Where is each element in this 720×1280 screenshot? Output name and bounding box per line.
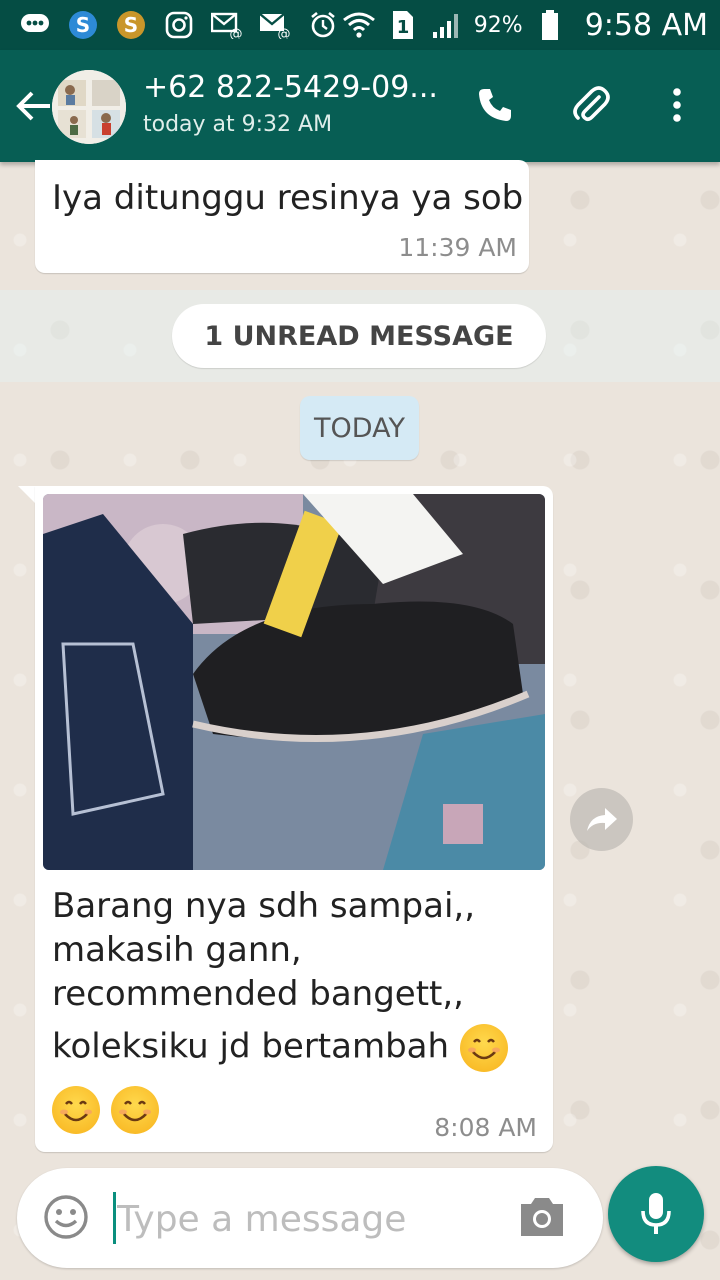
last-seen: today at 9:32 AM <box>143 112 333 137</box>
smiling-face-icon <box>459 1024 508 1072</box>
caption-last-line: koleksiku jd bertambah <box>52 1024 542 1072</box>
message-bubble-image[interactable]: Barang nya sdh sampai,, makasih gann, re… <box>35 486 553 1152</box>
caption-line: koleksiku jd bertambah <box>52 1026 450 1067</box>
contact-name[interactable]: +62 822-5429-09... <box>143 70 463 105</box>
caption-line: makasih gann, <box>52 930 302 970</box>
mic-button[interactable] <box>608 1166 704 1262</box>
skype-alt-icon: S <box>114 8 148 42</box>
instagram-icon <box>162 8 196 42</box>
paperclip-icon[interactable] <box>566 80 616 130</box>
svg-text:S: S <box>124 13 138 37</box>
battery-icon <box>533 8 567 42</box>
status-bar: S S @ @ 1 92% 9:58 AM <box>0 0 720 50</box>
mic-icon <box>641 1193 671 1234</box>
avatar[interactable] <box>52 70 126 144</box>
message-text: Iya ditunggu resinya ya sob <box>52 178 524 218</box>
chat-bubble-icon <box>18 8 52 42</box>
svg-text:@: @ <box>278 27 291 39</box>
caption-line: recommended bangett,, <box>52 974 464 1014</box>
sim-number: 1 <box>397 17 410 38</box>
bubble-tail <box>18 486 36 504</box>
emoji-icon[interactable] <box>41 1192 91 1242</box>
wifi-icon <box>342 8 376 42</box>
clock: 9:58 AM <box>584 7 708 43</box>
message-composer <box>17 1168 603 1268</box>
sim-icon: 1 <box>386 8 420 42</box>
signal-icon <box>430 8 464 42</box>
phone-icon[interactable] <box>470 80 520 130</box>
message-time: 8:08 AM <box>434 1113 537 1142</box>
more-vert-icon[interactable] <box>652 80 702 130</box>
message-time: 11:39 AM <box>398 233 517 262</box>
message-caption: Barang nya sdh sampai,, makasih gann, re… <box>52 884 542 1134</box>
email-at-icon: @ <box>210 8 244 42</box>
date-divider: TODAY <box>300 396 419 460</box>
email-at-icon: @ <box>258 8 292 42</box>
battery-percent: 92% <box>473 12 523 38</box>
unread-message-banner: 1 UNREAD MESSAGE <box>172 304 546 368</box>
svg-text:@: @ <box>230 27 243 39</box>
skype-icon: S <box>66 8 100 42</box>
smiling-face-icon <box>52 1086 100 1134</box>
back-arrow-icon[interactable] <box>12 84 56 128</box>
svg-text:S: S <box>76 13 90 37</box>
alarm-icon <box>306 8 340 42</box>
message-input[interactable] <box>115 1188 499 1250</box>
smiling-face-icon <box>110 1086 159 1134</box>
chat-header: +62 822-5429-09... today at 9:32 AM <box>0 50 720 162</box>
message-bubble-incoming[interactable]: Iya ditunggu resinya ya sob 11:39 AM <box>35 160 529 273</box>
forward-icon[interactable] <box>570 788 633 851</box>
caption-line: Barang nya sdh sampai,, <box>52 886 476 926</box>
message-photo[interactable] <box>43 494 545 870</box>
camera-icon[interactable] <box>517 1194 567 1244</box>
